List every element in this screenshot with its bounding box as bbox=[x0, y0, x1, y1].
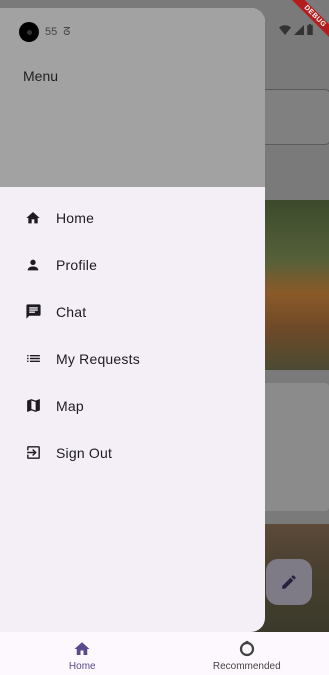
drawer-item-my-requests[interactable]: My Requests bbox=[0, 335, 265, 382]
home-icon bbox=[24, 209, 42, 227]
drawer-item-map[interactable]: Map bbox=[0, 382, 265, 429]
drawer-item-label: Map bbox=[56, 397, 84, 414]
map-icon bbox=[24, 397, 42, 415]
drawer-item-label: Profile bbox=[56, 256, 98, 273]
edit-fab-button[interactable] bbox=[266, 559, 312, 605]
status-bar: 55 ᘔ bbox=[19, 22, 70, 42]
drawer-item-sign-out[interactable]: Sign Out bbox=[0, 429, 265, 476]
chat-icon bbox=[24, 303, 42, 321]
signal-icon bbox=[294, 24, 304, 35]
camera-cutout-icon bbox=[19, 22, 39, 42]
home-icon bbox=[74, 642, 90, 655]
drawer-header: 55 ᘔ Menu bbox=[0, 8, 265, 187]
nav-item-label: Home bbox=[68, 661, 96, 672]
person-icon bbox=[24, 256, 42, 274]
nav-item-home[interactable]: Home bbox=[0, 632, 165, 675]
nav-item-recommended[interactable]: Recommended bbox=[165, 632, 329, 675]
drawer-item-label: Home bbox=[56, 209, 95, 226]
battery-icon bbox=[307, 24, 313, 35]
drawer-item-label: My Requests bbox=[56, 350, 140, 367]
pencil-icon bbox=[282, 575, 296, 589]
wifi-icon bbox=[279, 24, 291, 35]
drawer-item-profile[interactable]: Profile bbox=[0, 241, 265, 288]
drawer-title: Menu bbox=[23, 68, 59, 84]
logout-icon bbox=[24, 444, 42, 462]
drawer-item-chat[interactable]: Chat bbox=[0, 288, 265, 335]
drawer-item-label: Sign Out bbox=[56, 444, 113, 461]
nav-item-label: Recommended bbox=[212, 661, 281, 672]
status-time: 55 bbox=[45, 26, 58, 38]
navigation-drawer: 55 ᘔ Menu Home Profile Chat My Requests … bbox=[0, 8, 265, 632]
bottom-navigation: Home Recommended bbox=[0, 632, 329, 675]
recommended-icon bbox=[239, 640, 254, 657]
notification-icon: ᘔ bbox=[63, 25, 71, 38]
drawer-item-label: Chat bbox=[56, 303, 87, 320]
list-icon bbox=[24, 350, 42, 368]
status-icons bbox=[279, 24, 313, 35]
drawer-item-home[interactable]: Home bbox=[0, 194, 265, 241]
drawer-menu: Home Profile Chat My Requests Map Sign O… bbox=[0, 194, 265, 476]
